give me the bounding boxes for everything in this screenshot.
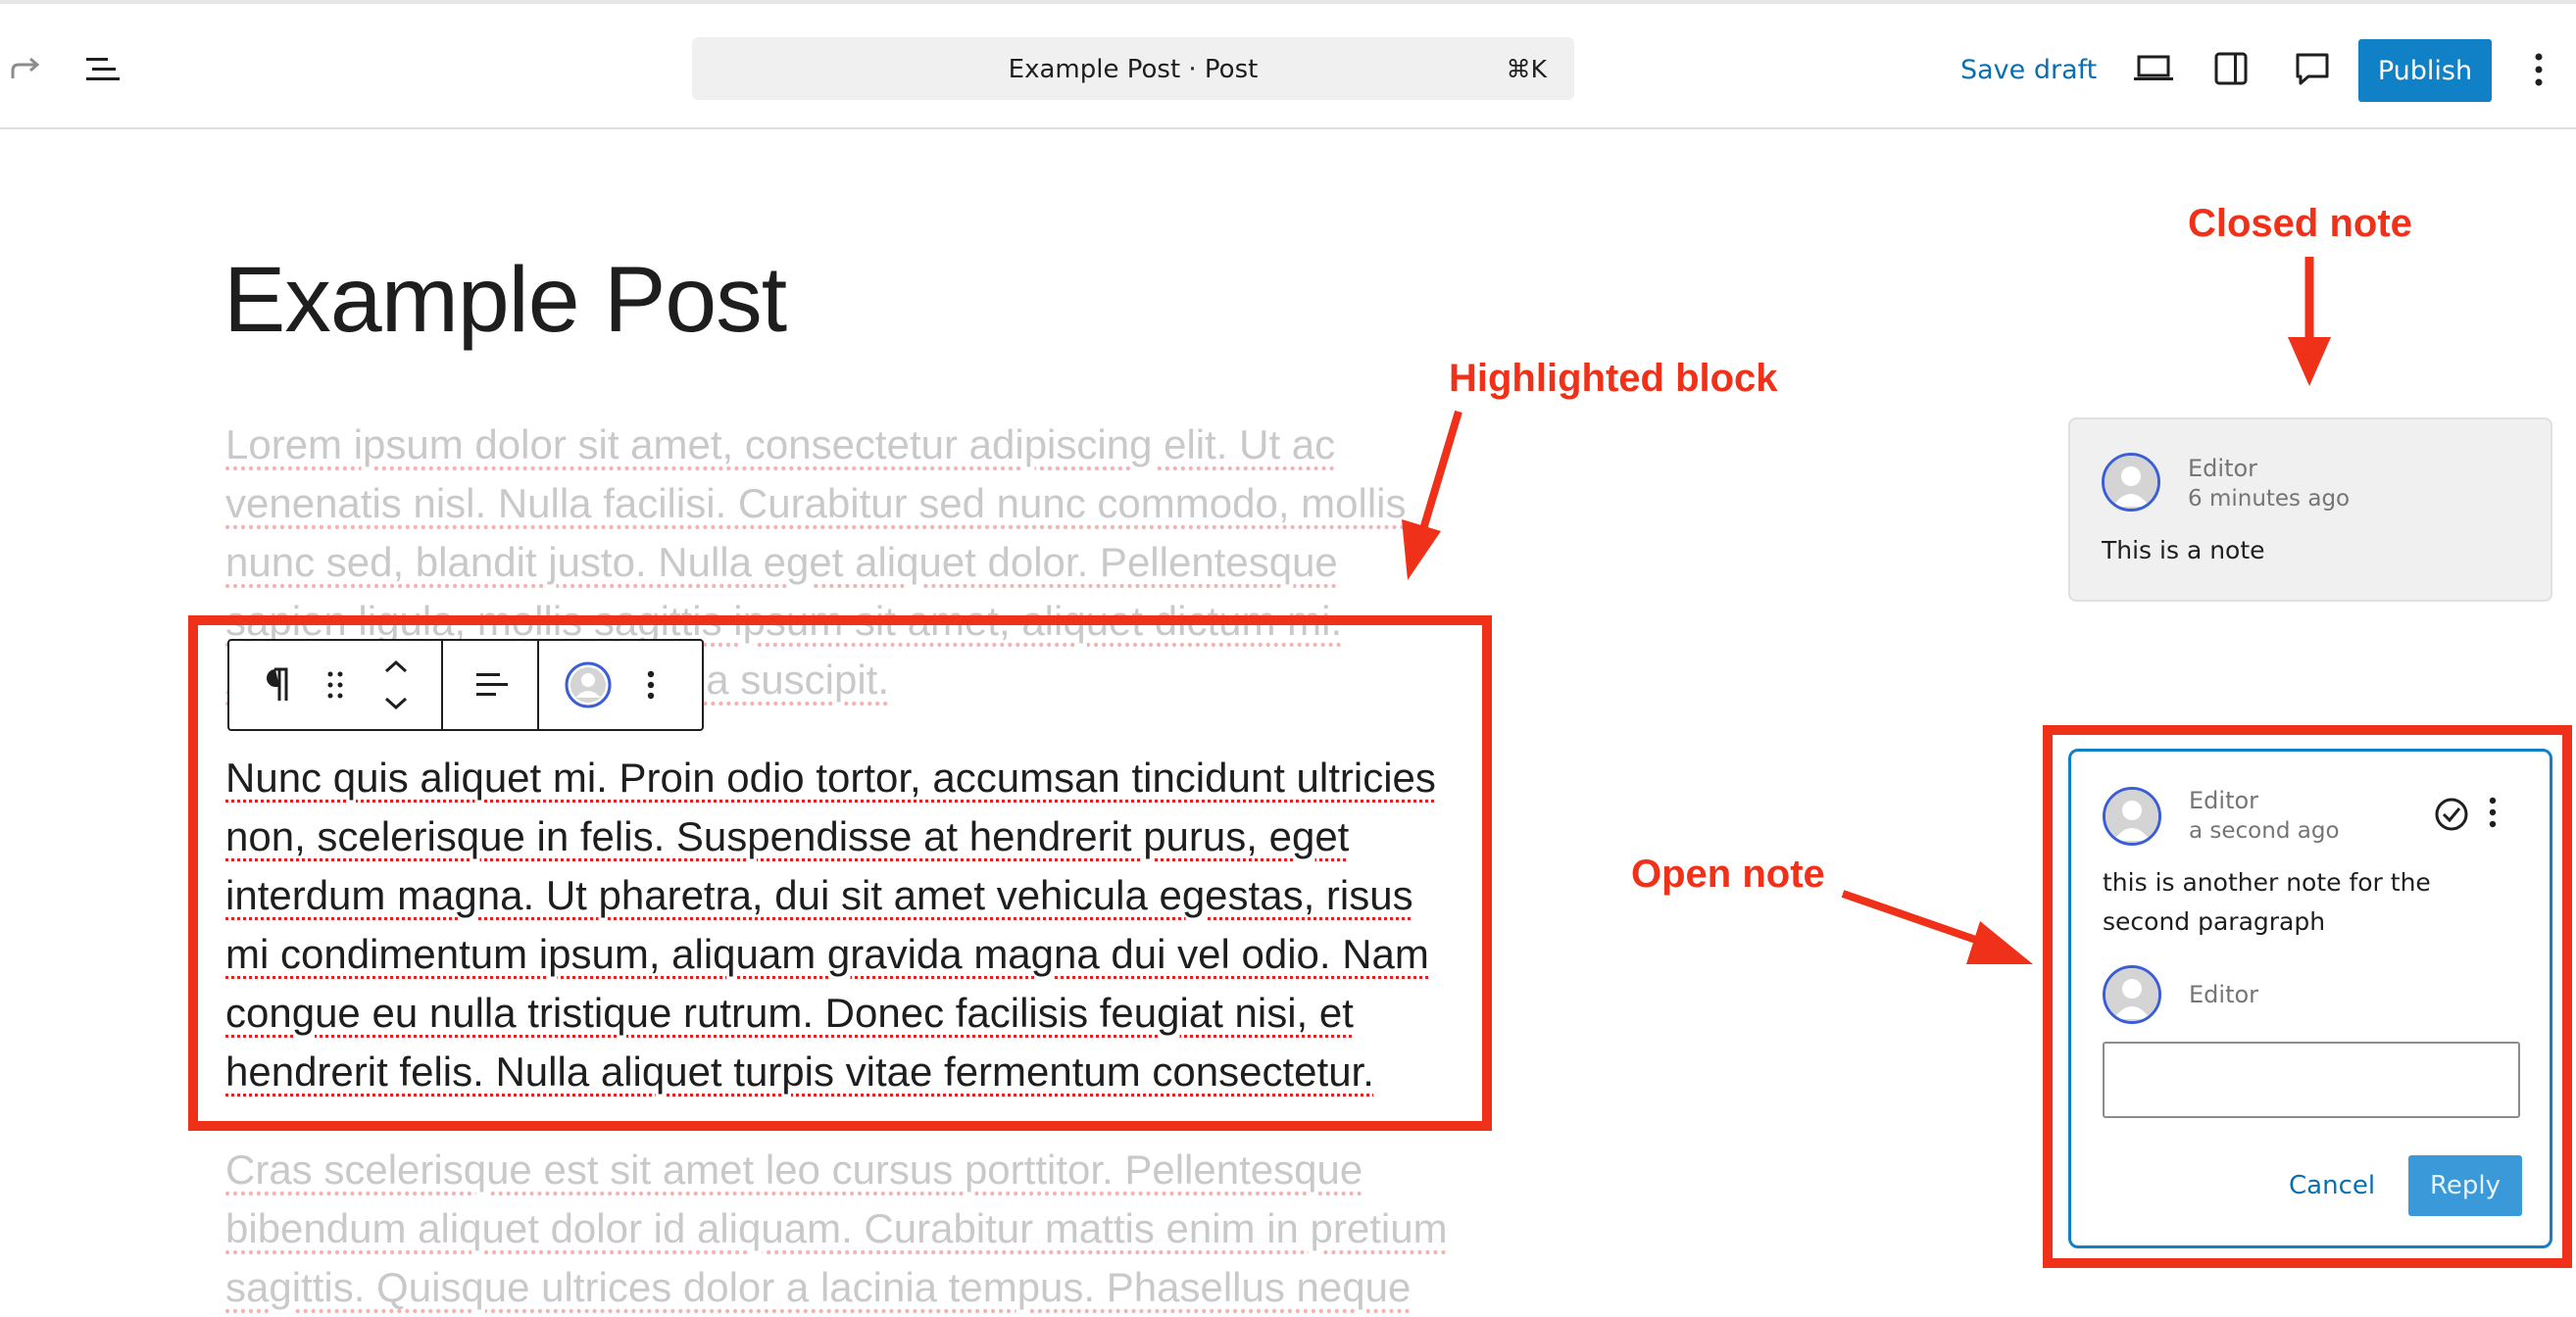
resolve-check-icon[interactable] <box>2434 797 2469 836</box>
arrow-closed-note <box>2288 257 2331 386</box>
note-author: Editor <box>2189 787 2259 814</box>
reply-author-avatar <box>2103 965 2161 1024</box>
arrow-highlighted-block <box>1402 410 1462 580</box>
note-timestamp: 6 minutes ago <box>2188 486 2351 512</box>
note-author: Editor <box>2188 455 2258 482</box>
note-body: this is another note for the second para… <box>2103 868 2431 936</box>
note-timestamp: a second ago <box>2189 818 2340 844</box>
reply-author: Editor <box>2189 981 2259 1008</box>
reply-button[interactable]: Reply <box>2408 1155 2522 1216</box>
arrow-open-note <box>1841 890 2033 964</box>
open-note-card: Editor a second ago this is another note… <box>2068 749 2552 1248</box>
author-avatar <box>2103 787 2161 846</box>
note-options-icon[interactable] <box>2489 797 2497 832</box>
reply-input[interactable] <box>2103 1042 2520 1118</box>
closed-note-card[interactable]: Editor 6 minutes ago This is a note <box>2068 417 2552 602</box>
note-body: This is a note <box>2102 536 2265 564</box>
author-avatar <box>2102 453 2160 512</box>
cancel-button[interactable]: Cancel <box>2289 1171 2375 1200</box>
